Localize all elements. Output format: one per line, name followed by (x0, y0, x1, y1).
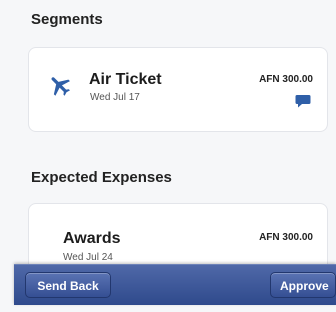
segment-card-air-ticket[interactable]: Air Ticket Wed Jul 17 AFN 300.00 (28, 47, 328, 132)
segment-date: Wed Jul 17 (90, 92, 140, 103)
expense-date: Wed Jul 24 (63, 252, 113, 263)
comment-icon[interactable] (295, 94, 311, 108)
bottom-toolbar: Send Back Approve (14, 264, 336, 305)
expense-amount: AFN 300.00 (259, 232, 313, 243)
send-back-button[interactable]: Send Back (25, 272, 111, 298)
approve-button[interactable]: Approve (270, 272, 336, 298)
segments-header: Segments (31, 11, 103, 28)
airplane-icon (51, 77, 70, 96)
segment-title: Air Ticket (89, 71, 162, 88)
expense-title: Awards (63, 230, 121, 247)
segment-amount: AFN 300.00 (259, 74, 313, 85)
expected-expenses-header: Expected Expenses (31, 169, 172, 186)
